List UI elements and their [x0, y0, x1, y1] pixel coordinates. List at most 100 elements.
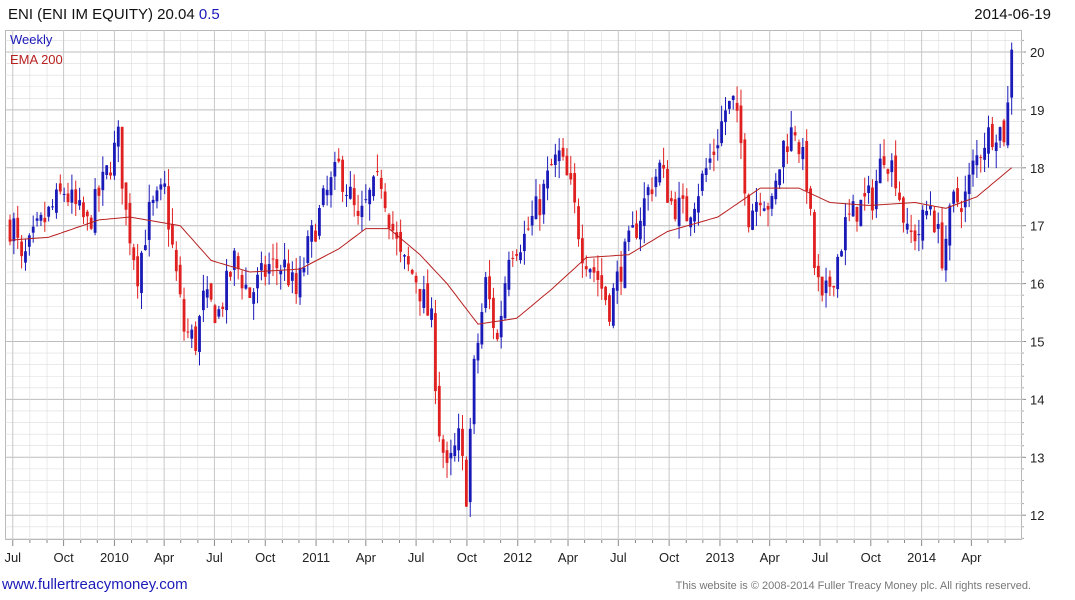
x-tick-label: 2013 [706, 550, 735, 565]
candle-body [124, 182, 128, 210]
candle-body [43, 217, 47, 223]
candle-body [259, 263, 263, 271]
candle-body [755, 201, 758, 212]
candle-body [519, 252, 522, 261]
candle-body [499, 315, 503, 338]
candle-body [774, 180, 778, 200]
candle-body [727, 100, 731, 109]
candle-body [406, 256, 410, 265]
candle-body [213, 305, 217, 324]
candle-body [805, 140, 809, 192]
x-tick-label: Apr [154, 550, 175, 565]
candle-body [457, 428, 461, 451]
candle-body [820, 276, 824, 296]
x-tick-label: Jul [408, 550, 425, 565]
candle-body [35, 218, 39, 221]
candle-body [731, 95, 735, 101]
candle-body [646, 187, 650, 196]
candle-body [252, 292, 256, 304]
candle-body [627, 230, 631, 242]
candle-body [689, 217, 693, 228]
candle-body [681, 195, 685, 199]
y-tick-label: 15 [1030, 335, 1044, 350]
candle-body [542, 183, 546, 215]
candle-body [217, 309, 221, 317]
candle-body [136, 256, 140, 287]
candle-body [399, 231, 403, 252]
candle-body [596, 270, 600, 280]
candle-body [403, 255, 406, 257]
candle-body [55, 189, 58, 213]
candle-body [782, 140, 785, 168]
legend-weekly: Weekly [10, 32, 53, 47]
x-tick-label: 2014 [907, 550, 936, 565]
candle-body [78, 200, 82, 206]
candle-body [12, 218, 16, 242]
candle-body [434, 313, 437, 392]
candle-body [588, 269, 592, 273]
candle-body [631, 225, 635, 228]
candle-body [116, 126, 120, 147]
x-tick-label: Jul [4, 550, 21, 565]
candle-body [422, 289, 426, 308]
candle-body [248, 287, 252, 298]
website-link[interactable]: www.fullertreacymoney.com [2, 576, 188, 593]
candle-body [573, 173, 577, 203]
x-tick-label: Oct [659, 550, 680, 565]
candle-body [492, 297, 495, 329]
candle-body [611, 287, 615, 326]
candle-body [58, 183, 62, 192]
candle-body [418, 288, 422, 302]
candle-body [93, 189, 97, 233]
candle-body [975, 155, 979, 166]
candle-body [205, 289, 209, 298]
candle-body [697, 196, 700, 213]
x-tick-label: Oct [861, 550, 882, 565]
candle-body [662, 165, 666, 169]
candle-body [778, 169, 782, 186]
candle-body [944, 238, 948, 271]
y-tick-label: 17 [1030, 219, 1044, 234]
candle-body [240, 274, 244, 289]
candle-body [356, 210, 360, 216]
candle-body [515, 254, 519, 256]
candle-body [337, 158, 341, 162]
price-chart: 12 13 14 15 16 17 18 19 20 Jul Oct 2010 Apr Jul Oct 201… [4, 30, 1044, 565]
candle-body [178, 264, 182, 295]
candle-body [244, 284, 248, 289]
candle-body [793, 132, 797, 136]
candle-body [1010, 49, 1014, 98]
candle-body [747, 194, 751, 228]
candle-body [979, 157, 983, 159]
candle-body [990, 123, 994, 148]
candle-body [325, 189, 329, 196]
candle-body [669, 198, 673, 202]
candle-body [85, 211, 89, 217]
candle-body [82, 202, 85, 218]
candle-body [894, 155, 898, 189]
candle-body [283, 259, 286, 268]
candle-body [174, 249, 178, 272]
candle-body [929, 205, 932, 210]
candle-body [476, 342, 480, 361]
candle-body [809, 188, 812, 209]
candle-body [608, 295, 611, 322]
x-tick-label: Oct [53, 550, 74, 565]
y-tick-label: 19 [1030, 103, 1044, 118]
candle-body [716, 145, 720, 149]
candle-body [859, 199, 863, 226]
candle-body [376, 171, 379, 173]
candle-body [383, 191, 387, 209]
candle-body [345, 195, 348, 197]
candle-body [275, 259, 279, 269]
copyright-notice: This website is © 2008-2014 Fuller Treac… [675, 580, 1031, 592]
candle-body [225, 270, 228, 311]
candle-body [936, 223, 940, 229]
candle-body [704, 168, 708, 176]
candle-body [472, 358, 476, 425]
candle-body [441, 439, 445, 453]
candle-body [522, 233, 526, 252]
candle-body [967, 174, 971, 195]
candle-body [693, 208, 696, 222]
candle-body [1002, 120, 1006, 143]
